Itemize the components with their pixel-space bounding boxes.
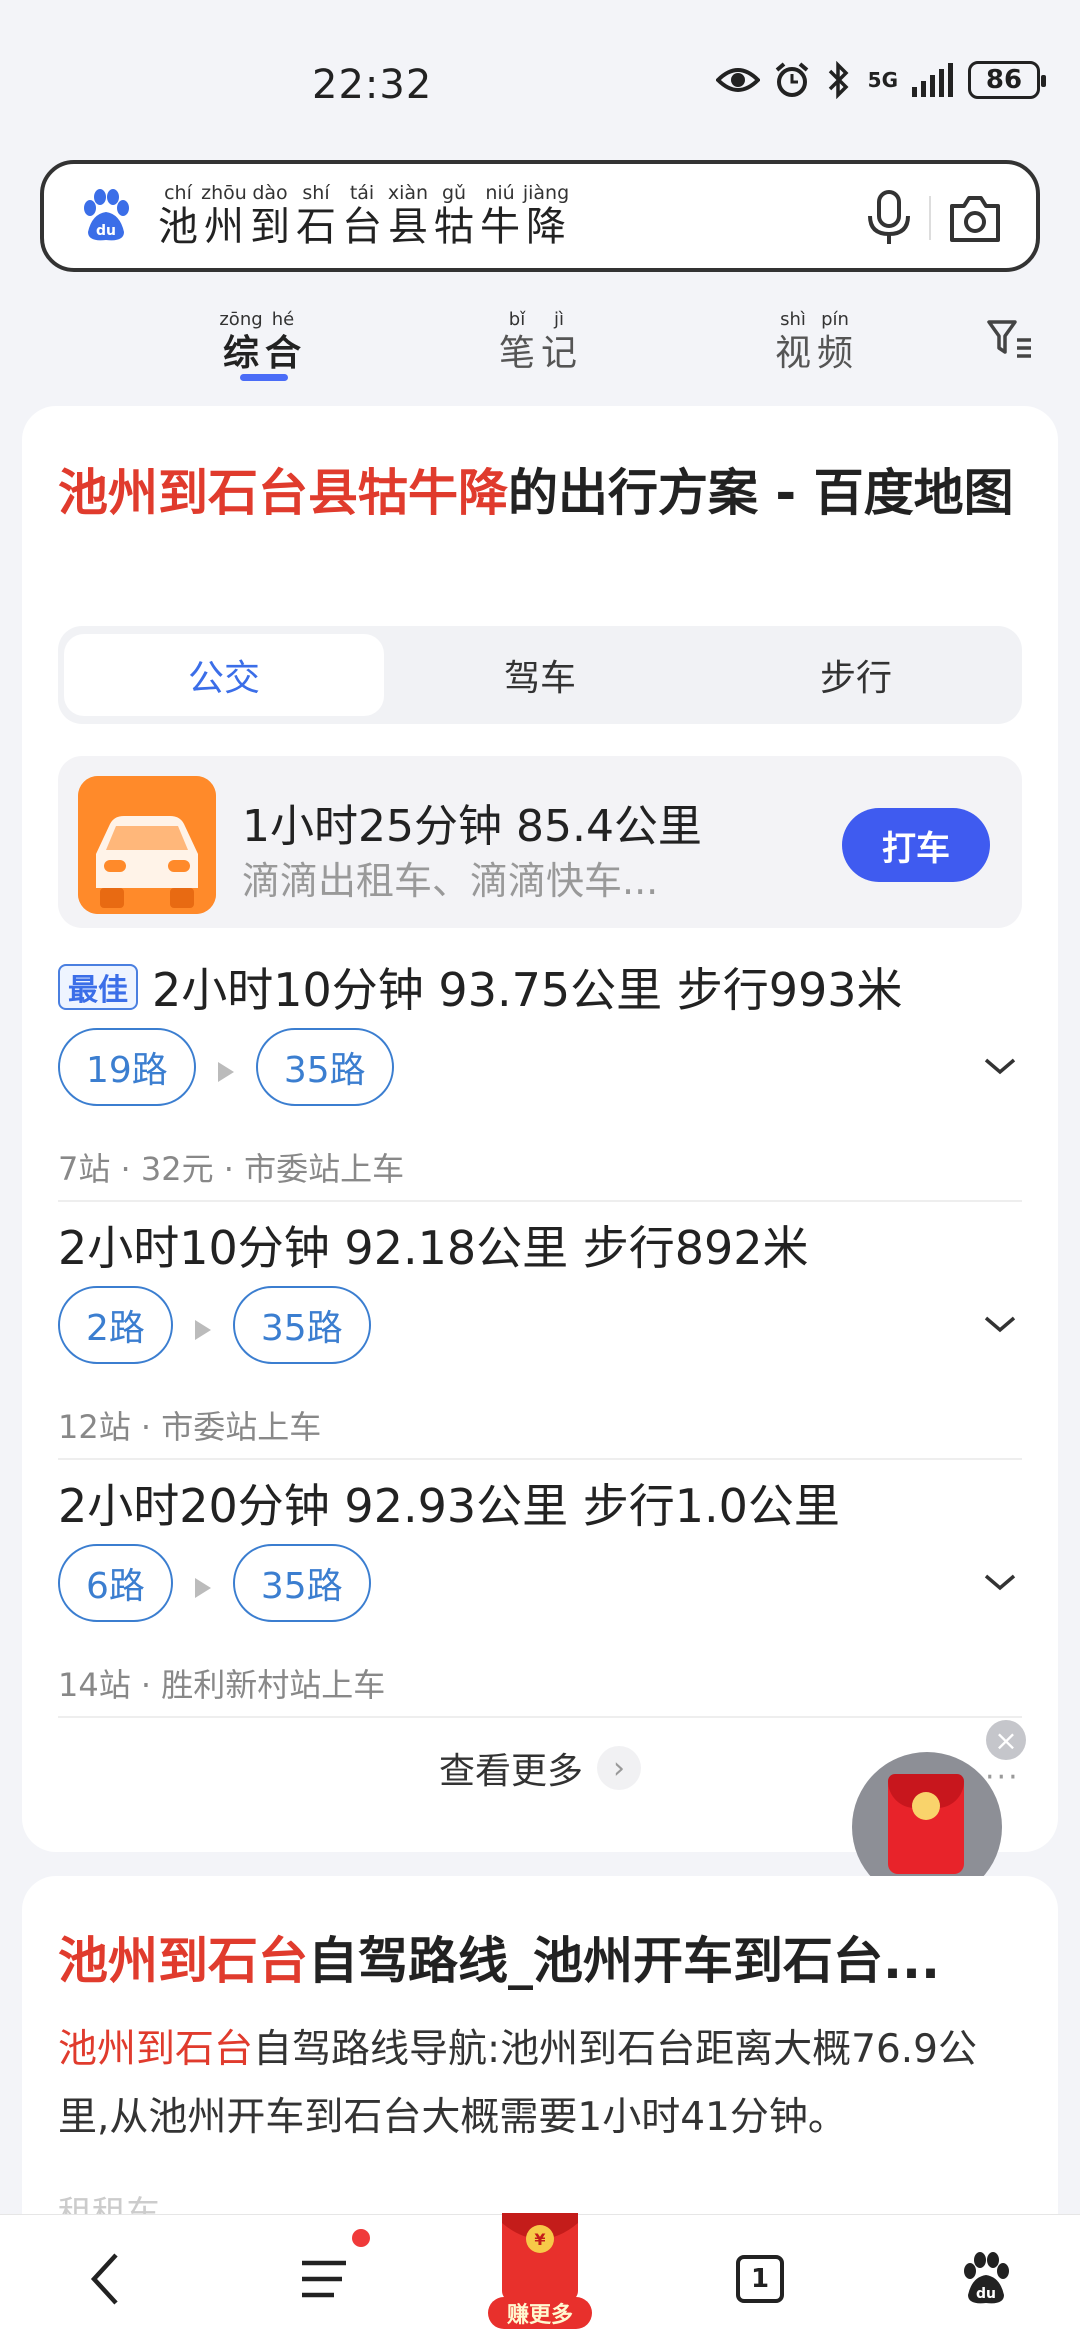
camera-icon[interactable]: [948, 192, 1002, 244]
svg-text:du: du: [96, 223, 116, 239]
svg-text:du: du: [976, 2286, 996, 2302]
tab-notes[interactable]: bǐ 笔 jì 记: [498, 310, 578, 376]
taxi-option[interactable]: 1小时25分钟 85.4公里 滴滴出租车、滴滴快车... 打车: [58, 756, 1022, 928]
result-title[interactable]: 池州到石台县牯牛降的出行方案 - 百度地图: [58, 456, 1018, 530]
route-summary: 2小时10分钟 93.75公里 步行993米: [152, 963, 903, 1017]
battery-indicator: 86: [968, 61, 1046, 99]
mode-tab-walk[interactable]: 步行: [696, 634, 1016, 716]
title-highlight: 池州到石台县牯牛降: [58, 464, 508, 522]
query-char: jiàng 降: [522, 182, 570, 250]
transfer-arrow-icon: [217, 1062, 234, 1082]
desc-highlight: 池州到石台: [58, 2027, 254, 2072]
baidu-home-button[interactable]: du: [946, 2239, 1026, 2319]
see-more-label: 查看更多: [438, 1751, 583, 1792]
chevron-down-icon[interactable]: [982, 1312, 1018, 1336]
route-summary: 2小时20分钟 92.93公里 步行1.0公里: [58, 1479, 840, 1533]
query-char: zhōu 州: [201, 182, 247, 250]
bus-line-pill: 35路: [232, 1286, 371, 1364]
route-option[interactable]: 2小时10分钟 92.18公里 步行892米 2路 35路 12站 · 市委站上…: [58, 1212, 1022, 1467]
route-lines: 6路 35路: [58, 1544, 371, 1622]
back-button[interactable]: [66, 2239, 146, 2319]
route-meta: 12站 · 市委站上车: [58, 1408, 322, 1446]
divider: [58, 1716, 1022, 1718]
route-lines: 2路 35路: [58, 1286, 371, 1364]
tab-video[interactable]: shì 视 pín 频: [774, 310, 854, 376]
result-title[interactable]: 池州到石台自驾路线_池州开车到石台...: [58, 1926, 1028, 1996]
tab-comprehensive[interactable]: zōng 综 hé 合: [219, 310, 302, 376]
chevron-right-icon: ›: [597, 1746, 641, 1790]
active-tab-indicator: [240, 374, 288, 381]
baidu-paw-logo-icon: du: [84, 189, 129, 241]
mode-tab-bus[interactable]: 公交: [64, 634, 384, 716]
transfer-arrow-icon: [194, 1320, 211, 1340]
red-envelope-icon[interactable]: [888, 1774, 964, 1874]
network-label: 5G: [867, 68, 898, 92]
tab-count: 1: [736, 2255, 784, 2303]
close-icon[interactable]: ×: [986, 1720, 1026, 1760]
baidu-paw-icon: du: [964, 2252, 1009, 2304]
menu-button[interactable]: [284, 2239, 364, 2319]
status-time: 22:32: [312, 62, 433, 108]
mode-tab-drive[interactable]: 驾车: [380, 634, 700, 716]
svg-text:¥: ¥: [534, 2230, 545, 2249]
bus-line-pill: 6路: [58, 1544, 173, 1622]
chevron-down-icon[interactable]: [982, 1054, 1018, 1078]
bus-line-pill: 35路: [232, 1544, 371, 1622]
search-box[interactable]: du chí 池 zhōu 州 dào 到 shí 石 tái 台 xiàn 县 gǔ 牯 n…: [40, 160, 1040, 272]
status-bar: 22:32 5G 86: [0, 0, 1080, 150]
back-arrow-icon: [90, 2253, 118, 2305]
bus-line-pill: 2路: [58, 1286, 173, 1364]
eye-icon: [715, 58, 760, 102]
bus-line-pill: 19路: [58, 1028, 196, 1106]
route-option[interactable]: 最佳 2小时10分钟 93.75公里 步行993米 19路 35路 7站 · 3…: [58, 954, 1022, 1209]
travel-mode-tabs: 公交 驾车 步行: [58, 626, 1022, 724]
filter-icon[interactable]: [985, 318, 1035, 362]
tabs-button[interactable]: 1: [720, 2239, 800, 2319]
best-badge: 最佳: [58, 964, 138, 1010]
title-rest: 的出行方案 - 百度地图: [508, 464, 1014, 522]
alarm-icon: [774, 58, 810, 102]
taxi-summary: 1小时25分钟 85.4公里: [242, 801, 702, 852]
bus-line-pill: 35路: [255, 1028, 394, 1106]
taxi-providers: 滴滴出租车、滴滴快车...: [242, 859, 659, 903]
search-query[interactable]: chí 池 zhōu 州 dào 到 shí 石 tái 台 xiàn 县 gǔ 牯 niú 牛…: [158, 182, 570, 250]
microphone-icon[interactable]: [862, 190, 916, 246]
chevron-down-icon[interactable]: [982, 1570, 1018, 1594]
route-meta: 14站 · 胜利新村站上车: [58, 1666, 386, 1704]
result-card-transit: 池州到石台县牯牛降的出行方案 - 百度地图 公交 驾车 步行 1小时25分钟 8…: [22, 406, 1058, 1852]
route-summary: 2小时10分钟 92.18公里 步行892米: [58, 1221, 809, 1275]
notification-dot: [352, 2229, 370, 2247]
route-option[interactable]: 2小时20分钟 92.93公里 步行1.0公里 6路 35路 14站 · 胜利新…: [58, 1470, 1022, 1725]
route-lines: 19路 35路: [58, 1028, 394, 1106]
query-char: niú 牛: [480, 182, 520, 250]
red-envelope-coin-icon: ¥: [502, 2213, 578, 2301]
status-icons: 5G 86: [715, 58, 1046, 102]
query-char: xiàn 县: [387, 182, 429, 250]
hail-taxi-button[interactable]: 打车: [842, 808, 990, 882]
divider: [58, 1200, 1022, 1202]
query-char: dào 到: [250, 182, 290, 250]
query-char: chí 池: [158, 182, 198, 250]
signal-icon: [912, 58, 954, 102]
search-tabs: zōng 综 hé 合 bǐ 笔 jì 记 shì 视 pín 频: [0, 300, 1080, 390]
menu-icon: [302, 2260, 346, 2298]
result-description: 池州到石台自驾路线导航:池州到石台距离大概76.9公里,从池州开车到石台大概需要…: [58, 2016, 1022, 2152]
bottom-nav-bar: ¥ 赚更多 1 du: [0, 2213, 1080, 2340]
search-divider: [929, 196, 931, 240]
route-meta: 7站 · 32元 · 市委站上车: [58, 1150, 405, 1188]
query-char: gǔ 牯: [434, 182, 474, 250]
taxi-car-icon: [78, 776, 216, 914]
divider: [58, 1458, 1022, 1460]
title-highlight: 池州到石台: [58, 1932, 308, 1990]
title-rest: 自驾路线_池州开车到石台...: [308, 1932, 940, 1990]
query-char: shí 石: [296, 182, 336, 250]
transfer-arrow-icon: [194, 1578, 211, 1598]
earn-more-label: 赚更多: [488, 2297, 592, 2329]
earn-more-button[interactable]: ¥ 赚更多: [488, 2205, 592, 2331]
bluetooth-icon: [824, 58, 854, 102]
query-char: tái 台: [342, 182, 382, 250]
